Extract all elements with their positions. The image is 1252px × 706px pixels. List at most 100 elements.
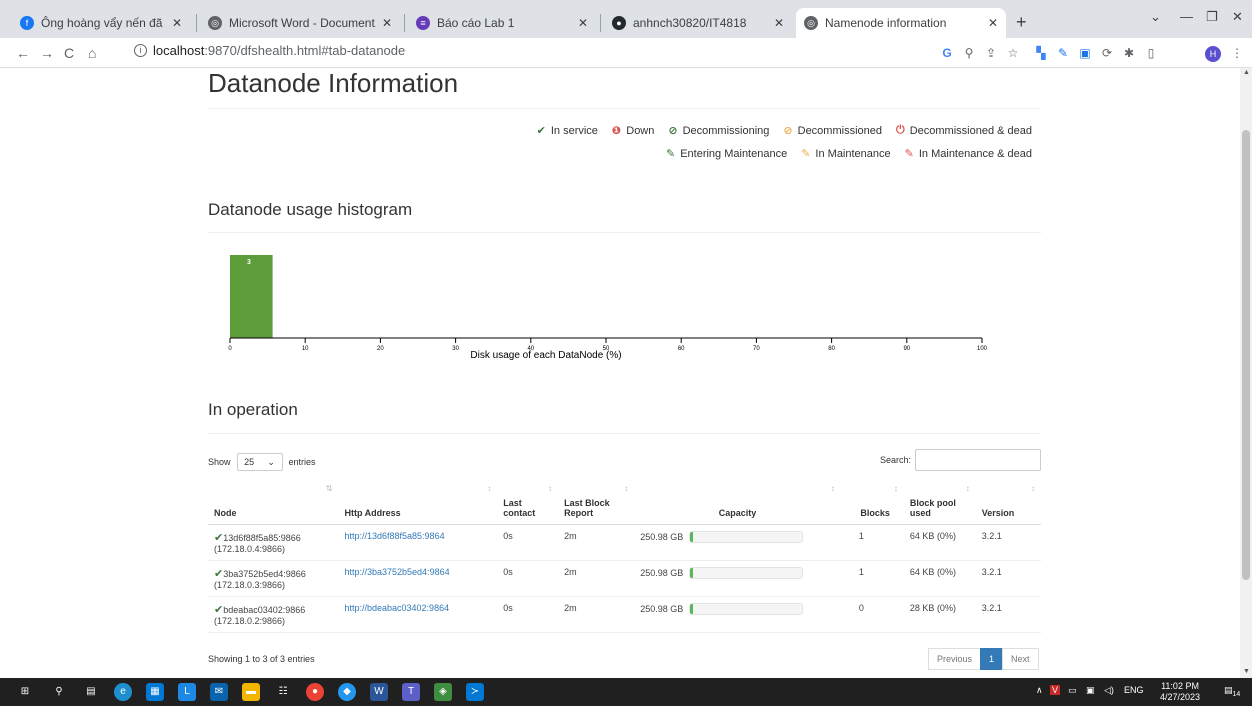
- store-icon[interactable]: ▦: [146, 683, 164, 701]
- sort-icon[interactable]: ↕: [894, 484, 898, 493]
- translate-extension-icon[interactable]: ▚: [1034, 46, 1048, 60]
- sort-icon[interactable]: ↕: [624, 484, 628, 493]
- sort-icon[interactable]: ↕: [1031, 484, 1035, 493]
- bookmark-star-icon[interactable]: ☆: [1006, 46, 1020, 60]
- capacity-fill: [690, 531, 694, 542]
- google-icon[interactable]: G: [940, 46, 954, 60]
- sort-icon[interactable]: ↕: [966, 484, 970, 493]
- pen-extension-icon[interactable]: ✎: [1056, 46, 1070, 60]
- network-app-icon[interactable]: ☷: [274, 683, 292, 701]
- browser-tab[interactable]: ≡ Báo cáo Lab 1 ✕: [408, 8, 596, 38]
- forms-icon: ≡: [416, 16, 430, 30]
- task-view-icon[interactable]: ▤: [82, 683, 100, 701]
- zoom-icon[interactable]: ⚲: [962, 46, 976, 60]
- sort-icon[interactable]: ⇅: [326, 484, 333, 493]
- http-address-link[interactable]: http://13d6f88f5a85:9864: [344, 531, 444, 541]
- edge-icon[interactable]: e: [114, 683, 132, 701]
- teams-icon[interactable]: T: [402, 683, 420, 701]
- sort-icon[interactable]: ↕: [548, 484, 552, 493]
- legend-item: ❶ Down: [612, 124, 654, 138]
- forward-icon[interactable]: →: [40, 45, 54, 61]
- column-header[interactable]: ↕ Capacity: [634, 482, 841, 525]
- column-header[interactable]: ↕ Blocks: [840, 482, 904, 525]
- browser-tab[interactable]: f Ông hoàng vẩy nến đã nhắn tin ✕: [12, 8, 190, 38]
- page-scrollbar[interactable]: ▲ ▼: [1240, 68, 1252, 678]
- close-tab-icon[interactable]: ✕: [988, 16, 998, 30]
- http-address-link[interactable]: http://bdeabac03402:9864: [344, 603, 449, 613]
- side-panel-icon[interactable]: ▯: [1144, 46, 1158, 60]
- clock[interactable]: 11:02 PM 4/27/2023: [1160, 681, 1200, 703]
- docker-icon[interactable]: ◆: [338, 683, 356, 701]
- previous-button[interactable]: Previous: [928, 648, 982, 670]
- column-header[interactable]: ↕ Block pool used: [903, 482, 976, 525]
- legend-label: Decommissioned & dead: [909, 124, 1032, 137]
- http-address-link[interactable]: http://3ba3752b5ed4:9864: [344, 567, 449, 577]
- last-contact-cell: 0s: [497, 524, 559, 561]
- download-extension-icon[interactable]: ▣: [1078, 46, 1092, 60]
- search-icon[interactable]: ⚲: [50, 683, 68, 701]
- page-length-select[interactable]: 25 ⌄: [236, 453, 283, 471]
- http-cell: http://3ba3752b5ed4:9864: [338, 560, 498, 597]
- browser-tab[interactable]: ◎ Microsoft Word - Document1 ✕: [200, 8, 400, 38]
- capacity-fill: [690, 603, 694, 614]
- close-tab-icon[interactable]: ✕: [578, 16, 588, 30]
- vscode-icon[interactable]: ≻: [466, 683, 484, 701]
- chevron-down-icon: ⌄: [267, 456, 275, 467]
- extensions-puzzle-icon[interactable]: ✱: [1122, 46, 1136, 60]
- scrollbar-thumb[interactable]: [1242, 130, 1250, 580]
- tray-chevron-icon[interactable]: ∧: [1036, 685, 1043, 696]
- capacity-cell: 250.98 GB: [634, 596, 841, 633]
- git-icon[interactable]: ◈: [434, 683, 452, 701]
- next-button[interactable]: Next: [1002, 648, 1039, 670]
- windows-start-icon[interactable]: ⊞: [16, 683, 34, 701]
- close-tab-icon[interactable]: ✕: [382, 16, 392, 30]
- search-input[interactable]: [915, 449, 1042, 471]
- clock-time: 11:02 PM: [1161, 681, 1199, 691]
- sort-icon[interactable]: ↕: [831, 484, 835, 493]
- battery-icon[interactable]: ▭: [1068, 685, 1077, 696]
- menu-kebab-icon[interactable]: ⋮: [1230, 46, 1244, 60]
- antivirus-icon[interactable]: V: [1050, 685, 1061, 695]
- page-1-button[interactable]: 1: [980, 648, 1004, 670]
- column-header[interactable]: ↕ Last contact: [497, 482, 559, 525]
- site-info-icon[interactable]: i: [134, 44, 147, 57]
- tab-search-chevron-icon[interactable]: ⌄: [1150, 9, 1161, 25]
- column-header[interactable]: ↕ Version: [975, 482, 1041, 525]
- reload-icon[interactable]: C: [64, 45, 74, 61]
- notification-icon[interactable]: ▤14: [1224, 685, 1240, 698]
- scroll-down-icon[interactable]: ▼: [1243, 668, 1250, 675]
- new-tab-button[interactable]: +: [1016, 12, 1027, 33]
- mail-icon[interactable]: ✉: [210, 683, 228, 701]
- column-header[interactable]: ⇅ Node: [208, 482, 339, 525]
- profile-avatar[interactable]: H: [1205, 46, 1221, 62]
- legend-label: In Maintenance & dead: [918, 147, 1032, 160]
- scroll-up-icon[interactable]: ▲: [1243, 69, 1250, 76]
- sort-icon[interactable]: ↕: [487, 484, 491, 493]
- back-icon[interactable]: ←: [16, 45, 30, 61]
- app-l-icon[interactable]: L: [178, 683, 196, 701]
- close-tab-icon[interactable]: ✕: [774, 16, 784, 30]
- maximize-button[interactable]: ❐: [1206, 9, 1218, 25]
- column-header[interactable]: ↕ Http Address: [338, 482, 498, 525]
- network-icon[interactable]: ▣: [1086, 685, 1095, 696]
- x-tick-label: 60: [678, 346, 685, 352]
- close-window-button[interactable]: ✕: [1232, 9, 1243, 25]
- address-bar[interactable]: i localhost:9870/dfshealth.html#tab-data…: [134, 43, 405, 58]
- browser-tab-active[interactable]: ◎ Namenode information ✕: [796, 8, 1006, 38]
- word-icon[interactable]: W: [370, 683, 388, 701]
- browser-tab[interactable]: ● anhnch30820/IT4818 ✕: [604, 8, 792, 38]
- datanode-table: ⇅ Node ↕ Http Address ↕ Last contact ↕ Last Blo…: [208, 482, 1041, 633]
- language-indicator[interactable]: ENG: [1124, 685, 1144, 695]
- file-explorer-icon[interactable]: ▬: [242, 683, 260, 701]
- column-header[interactable]: ↕ Last Block Report: [558, 482, 635, 525]
- capacity-value: 250.98 GB: [640, 567, 684, 578]
- volume-icon[interactable]: ◁): [1104, 685, 1114, 696]
- share-icon[interactable]: ⇪: [984, 46, 998, 60]
- sync-extension-icon[interactable]: ⟳: [1100, 46, 1114, 60]
- home-icon[interactable]: ⌂: [88, 45, 96, 61]
- windows-taskbar: ⊞ ⚲ ▤ e ▦ L ✉ ▬ ☷ ● ◆ W T ◈ ≻ ∧ V ▭ ▣ ◁)…: [0, 678, 1252, 706]
- close-tab-icon[interactable]: ✕: [172, 16, 182, 30]
- chrome-icon[interactable]: ●: [306, 683, 324, 701]
- minimize-button[interactable]: —: [1180, 9, 1193, 24]
- legend-item: ⊘ Decommissioning: [668, 124, 769, 138]
